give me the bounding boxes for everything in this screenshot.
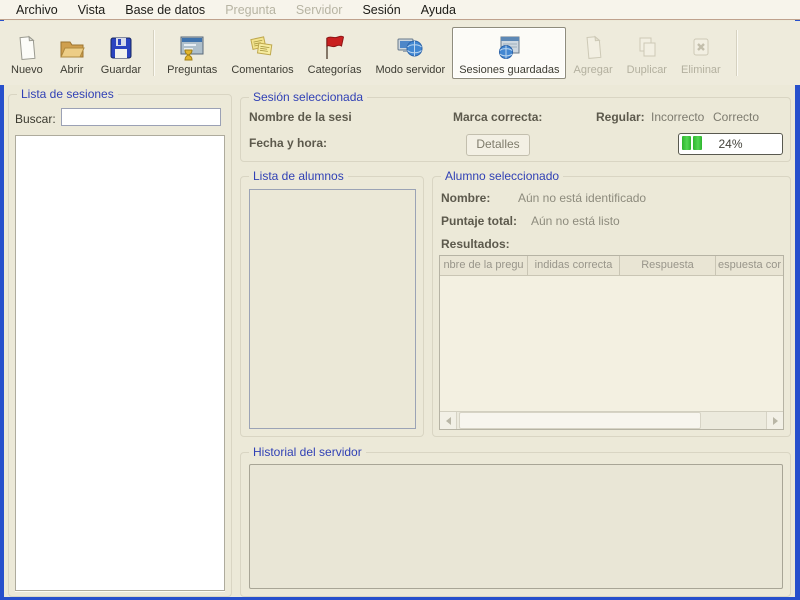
saved-sessions-button[interactable]: Sesiones guardadas xyxy=(452,27,567,79)
chevron-right-icon xyxy=(772,416,778,425)
server-mode-button[interactable]: Modo servidor xyxy=(368,27,452,79)
details-button[interactable]: Detalles xyxy=(466,134,530,156)
menu-vista[interactable]: Vista xyxy=(68,1,116,19)
menu-sesion[interactable]: Sesión xyxy=(352,1,410,19)
menu-servidor: Servidor xyxy=(295,2,343,17)
toolbar-button-label: Categorías xyxy=(307,64,362,76)
student-name-value: Aún no está identificado xyxy=(518,191,647,205)
comments-button[interactable]: Comentarios xyxy=(224,27,300,79)
students-panel: Lista de alumnos xyxy=(240,169,424,437)
selected-session-panel: Sesión seleccionada Nombre de la sesi Ma… xyxy=(240,90,791,162)
sessions-panel-title: Lista de sesiones xyxy=(17,87,118,101)
open-button[interactable]: Abrir xyxy=(50,27,94,79)
correct-mark-label: Marca correcta: xyxy=(453,110,543,124)
student-list[interactable] xyxy=(249,189,416,429)
student-score-label: Puntaje total: xyxy=(441,214,518,228)
results-table-header: nbre de la pregu indidas correcta Respue… xyxy=(440,256,783,276)
open-folder-icon xyxy=(60,41,85,58)
toolbar-separator xyxy=(735,30,738,76)
student-name-label: Nombre: xyxy=(441,191,491,205)
save-floppy-icon xyxy=(110,37,132,59)
saved-sessions-icon xyxy=(499,36,520,59)
questions-icon xyxy=(180,36,204,61)
server-history-title: Historial del servidor xyxy=(249,445,366,459)
chevron-left-icon xyxy=(445,416,451,425)
selected-session-title: Sesión seleccionada xyxy=(249,90,368,104)
save-button[interactable]: Guardar xyxy=(94,27,148,79)
toolbar: Nuevo Abrir Guardar Preguntas Comentario… xyxy=(0,21,800,85)
horizontal-scrollbar xyxy=(440,411,783,429)
window-border-left xyxy=(0,20,4,600)
delete-icon xyxy=(693,38,709,56)
incorrect-label: Incorrecto xyxy=(651,110,705,124)
student-score-row: Puntaje total: Aún no está listo xyxy=(441,214,784,230)
results-label: Resultados: xyxy=(441,237,510,251)
categories-flag-icon xyxy=(325,35,344,59)
scroll-left-button[interactable] xyxy=(440,412,457,429)
toolbar-button-label: Agregar xyxy=(573,64,613,76)
regular-label: Regular: xyxy=(596,110,645,124)
correct-label: Correcto xyxy=(713,110,760,124)
toolbar-button-label: Modo servidor xyxy=(375,64,446,76)
session-info-row: Nombre de la sesi Marca correcta: Regula… xyxy=(241,110,790,126)
questions-button[interactable]: Preguntas xyxy=(160,27,224,79)
toolbar-button-label: Guardar xyxy=(100,64,142,76)
toolbar-button-label: Sesiones guardadas xyxy=(459,64,560,76)
toolbar-separator xyxy=(153,30,156,76)
categories-button[interactable]: Categorías xyxy=(301,27,369,79)
menu-pregunta: Pregunta xyxy=(225,2,276,17)
score-progress-bar: 24% xyxy=(678,133,783,155)
progress-percent-text: 24% xyxy=(718,137,743,151)
comments-notes-icon xyxy=(250,36,273,56)
server-mode-icon xyxy=(397,38,423,57)
toolbar-button-label: Eliminar xyxy=(680,64,721,76)
session-date-row: Fecha y hora: Detalles 24% xyxy=(241,132,790,156)
column-header-correct-answer[interactable]: espuesta cor xyxy=(716,256,783,275)
session-list[interactable] xyxy=(15,135,225,591)
toolbar-button-label: Abrir xyxy=(60,64,84,76)
menu-base-de-datos[interactable]: Base de datos xyxy=(115,1,215,19)
students-panel-title: Lista de alumnos xyxy=(249,169,348,183)
column-header-answered-correct[interactable]: indidas correcta xyxy=(528,256,620,275)
student-name-row: Nombre: Aún no está identificado xyxy=(441,191,784,207)
selected-student-panel: Alumno seleccionado Nombre: Aún no está … xyxy=(432,169,791,437)
results-row: Resultados: xyxy=(441,237,784,253)
results-table-body[interactable] xyxy=(440,275,783,412)
menu-archivo[interactable]: Archivo xyxy=(6,1,68,19)
toolbar-button-label: Nuevo xyxy=(11,64,43,76)
server-history-panel: Historial del servidor xyxy=(240,445,791,597)
menu-bar: Archivo Vista Base de datos Pregunta Ser… xyxy=(0,0,800,20)
scrollbar-thumb[interactable] xyxy=(459,412,702,429)
window-border-right xyxy=(795,20,800,600)
menu-ayuda[interactable]: Ayuda xyxy=(411,1,466,19)
new-document-icon xyxy=(19,35,36,61)
delete-button: Eliminar xyxy=(674,27,728,79)
toolbar-button-label: Duplicar xyxy=(626,64,667,76)
scrollbar-track[interactable] xyxy=(701,412,766,429)
new-button[interactable]: Nuevo xyxy=(4,27,50,79)
duplicate-icon xyxy=(639,37,656,57)
toolbar-button-label: Comentarios xyxy=(231,64,294,76)
add-icon xyxy=(586,35,602,59)
add-button: Agregar xyxy=(566,27,619,79)
date-time-label: Fecha y hora: xyxy=(249,136,328,150)
search-input[interactable] xyxy=(61,108,221,126)
results-table: nbre de la pregu indidas correcta Respue… xyxy=(439,255,784,430)
server-history-log[interactable] xyxy=(249,464,783,589)
sessions-panel: Lista de sesiones Buscar: xyxy=(8,87,232,597)
session-name-label: Nombre de la sesi xyxy=(249,110,352,124)
selected-student-title: Alumno seleccionado xyxy=(441,169,564,183)
scroll-right-button[interactable] xyxy=(766,412,783,429)
duplicate-button: Duplicar xyxy=(620,27,674,79)
column-header-question-name[interactable]: nbre de la pregu xyxy=(440,256,528,275)
search-label: Buscar: xyxy=(15,112,56,126)
student-score-value: Aún no está listo xyxy=(531,214,620,228)
toolbar-button-label: Preguntas xyxy=(167,64,218,76)
column-header-answer[interactable]: Respuesta xyxy=(620,256,716,275)
